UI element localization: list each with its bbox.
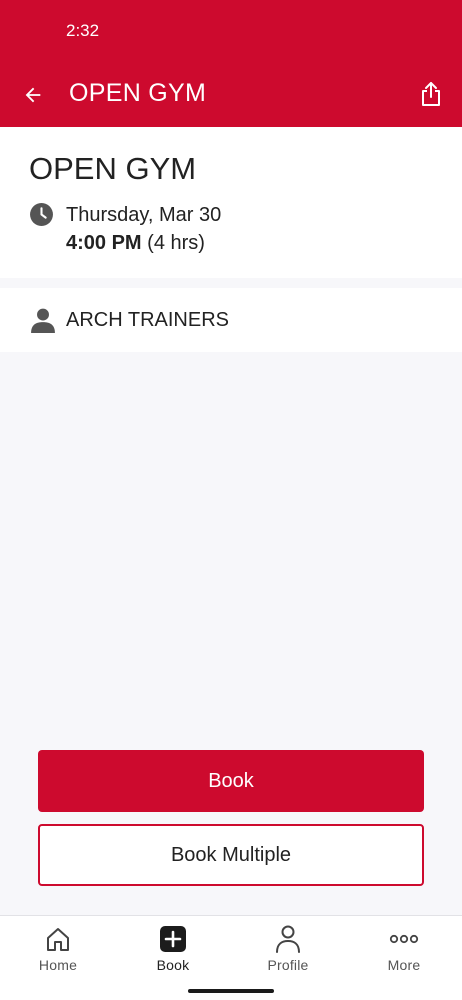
event-title: OPEN GYM xyxy=(29,151,197,186)
nav-more[interactable]: More xyxy=(354,924,454,980)
event-duration: (4 hrs) xyxy=(147,232,205,254)
nav-home[interactable]: Home xyxy=(8,924,108,980)
arrow-left-icon xyxy=(25,87,41,103)
nav-more-label: More xyxy=(387,957,421,973)
app-screen: 2:32 OPEN GYM OPEN GYM Thursday, Mar 30 … xyxy=(0,0,462,1000)
more-dots-icon xyxy=(389,934,419,944)
bottom-nav: Home Book Profile More xyxy=(0,915,462,1000)
nav-book-label: Book xyxy=(156,957,190,973)
event-time-line: 4:00 PM (4 hrs) xyxy=(66,232,205,255)
nav-profile-label: Profile xyxy=(267,957,309,973)
plus-square-icon xyxy=(160,926,186,952)
app-header: 2:32 OPEN GYM xyxy=(0,0,462,127)
home-icon xyxy=(47,928,69,951)
profile-icon xyxy=(276,925,300,953)
trainer-row[interactable]: ARCH TRAINERS xyxy=(0,288,462,352)
event-date: Thursday, Mar 30 xyxy=(66,204,222,226)
person-icon xyxy=(31,308,55,333)
home-indicator xyxy=(188,989,274,993)
header-title: OPEN GYM xyxy=(69,79,207,107)
back-button[interactable] xyxy=(18,80,48,110)
clock-icon xyxy=(30,203,53,226)
share-icon xyxy=(422,82,440,106)
book-button[interactable]: Book xyxy=(38,750,424,812)
book-multiple-button[interactable]: Book Multiple xyxy=(38,824,424,886)
status-time: 2:32 xyxy=(66,21,100,40)
trainer-name: ARCH TRAINERS xyxy=(66,309,229,331)
nav-book[interactable]: Book xyxy=(123,924,223,980)
nav-home-label: Home xyxy=(38,957,78,973)
event-start-time: 4:00 PM xyxy=(66,232,142,254)
nav-profile[interactable]: Profile xyxy=(238,924,338,980)
event-card: OPEN GYM Thursday, Mar 30 4:00 PM (4 hrs… xyxy=(0,127,462,278)
share-button[interactable] xyxy=(416,78,446,110)
